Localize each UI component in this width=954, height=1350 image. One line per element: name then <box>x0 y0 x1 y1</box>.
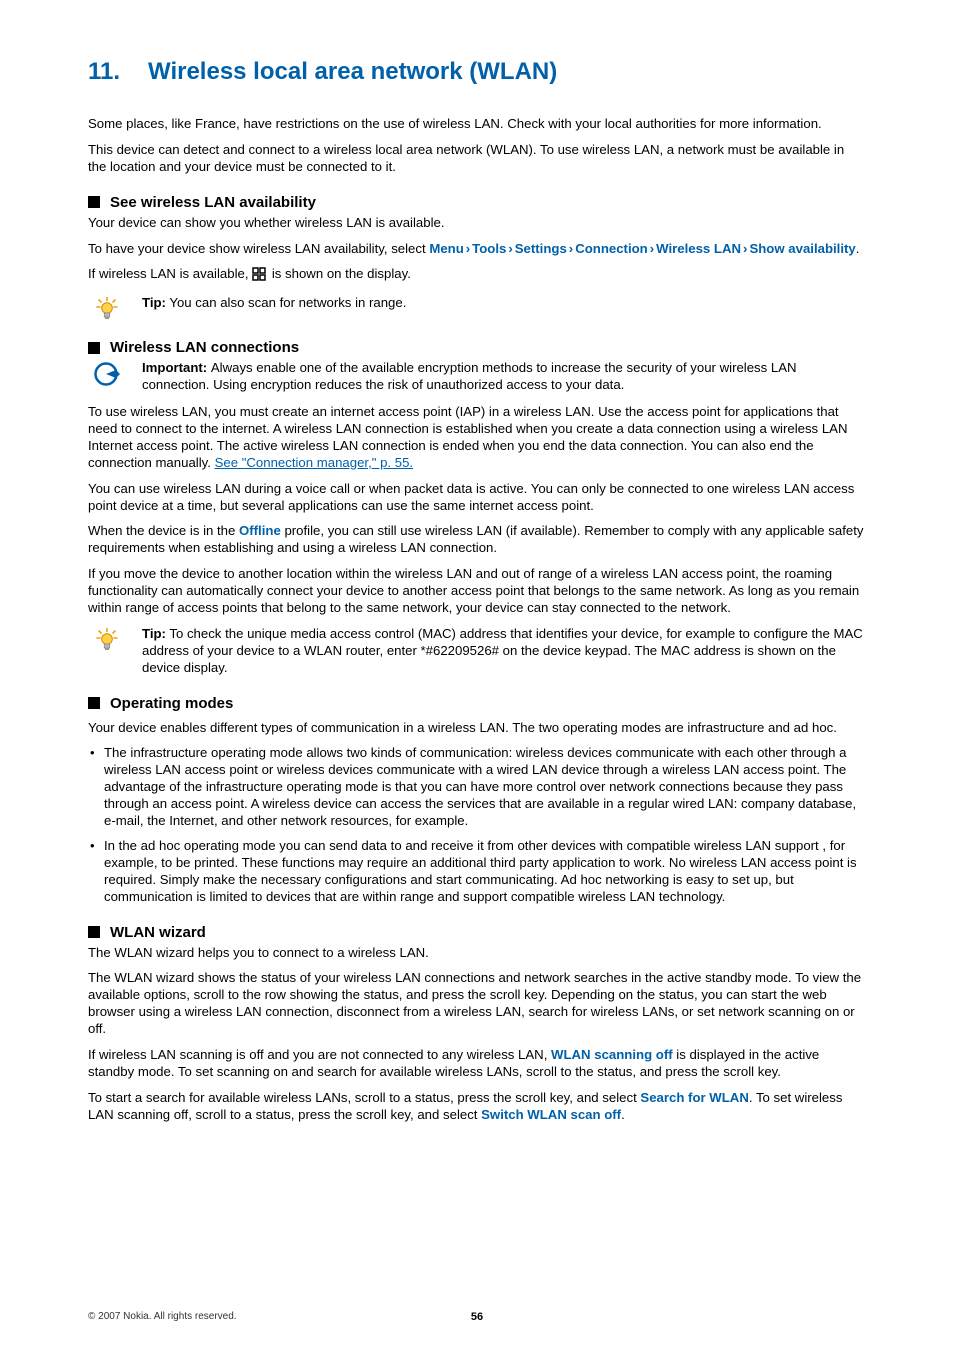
chevron-right-icon: › <box>506 241 514 258</box>
menu-path-connection: Connection <box>575 241 648 256</box>
s4-p4-after: . <box>621 1107 625 1122</box>
section-heading-text: WLAN wizard <box>110 924 206 941</box>
bullet-square-icon <box>88 196 100 208</box>
s4-p4-before: To start a search for available wireless… <box>88 1090 640 1105</box>
bullet-square-icon <box>88 926 100 938</box>
chevron-right-icon: › <box>464 241 472 258</box>
important-body: Always enable one of the available encry… <box>142 360 797 392</box>
tip-lead: Tip: <box>142 626 166 641</box>
s1-p3-after: is shown on the display. <box>268 266 411 281</box>
wlan-scanning-off-label: WLAN scanning off <box>551 1047 673 1062</box>
section-heading-text: Wireless LAN connections <box>110 339 299 356</box>
section-wlan-wizard: WLAN wizard The WLAN wizard helps you to… <box>88 924 866 1124</box>
section-heading: Wireless LAN connections <box>88 339 866 356</box>
tip-row: Tip: You can also scan for networks in r… <box>88 295 866 321</box>
s2-p2: You can use wireless LAN during a voice … <box>88 481 866 515</box>
s2-p1-text: To use wireless LAN, you must create an … <box>88 404 847 470</box>
list-item: In the ad hoc operating mode you can sen… <box>88 838 866 906</box>
s1-p2-after: . <box>856 241 860 256</box>
important-text: Important: Always enable one of the avai… <box>142 360 866 394</box>
bullet-square-icon <box>88 342 100 354</box>
important-lead: Important: <box>142 360 211 375</box>
chapter-number: 11. <box>88 58 148 86</box>
tip-icon <box>88 295 126 321</box>
menu-path-menu: Menu <box>429 241 463 256</box>
section-heading: WLAN wizard <box>88 924 866 941</box>
intro-p1: Some places, like France, have restricti… <box>88 116 866 133</box>
s2-p1: To use wireless LAN, you must create an … <box>88 404 866 472</box>
tip-icon <box>88 626 126 652</box>
chapter-title-text: Wireless local area network (WLAN) <box>148 58 557 85</box>
offline-profile-label: Offline <box>239 523 281 538</box>
list-item: The infrastructure operating mode allows… <box>88 745 866 829</box>
s1-p2: To have your device show wireless LAN av… <box>88 241 866 258</box>
important-row: Important: Always enable one of the avai… <box>88 360 866 394</box>
chevron-right-icon: › <box>567 241 575 258</box>
important-icon <box>88 360 126 386</box>
operating-modes-list: The infrastructure operating mode allows… <box>88 745 866 905</box>
intro-p2: This device can detect and connect to a … <box>88 142 866 176</box>
section-operating-modes: Operating modes Your device enables diff… <box>88 695 866 906</box>
s4-p3: If wireless LAN scanning is off and you … <box>88 1047 866 1081</box>
s1-p1: Your device can show you whether wireles… <box>88 215 866 232</box>
tip-body: You can also scan for networks in range. <box>166 295 406 310</box>
wlan-available-icon <box>252 267 268 286</box>
s1-p2-before: To have your device show wireless LAN av… <box>88 241 429 256</box>
s2-p3-before: When the device is in the <box>88 523 239 538</box>
s4-p1: The WLAN wizard helps you to connect to … <box>88 945 866 962</box>
section-heading: See wireless LAN availability <box>88 194 866 211</box>
menu-path-wireless-lan: Wireless LAN <box>656 241 741 256</box>
tip-body: To check the unique media access control… <box>142 626 863 675</box>
s4-p2: The WLAN wizard shows the status of your… <box>88 970 866 1038</box>
s2-p3: When the device is in the Offline profil… <box>88 523 866 557</box>
document-page: 11.Wireless local area network (WLAN) So… <box>0 0 954 1350</box>
tip-row: Tip: To check the unique media access co… <box>88 626 866 677</box>
section-wlan-connections: Wireless LAN connections Important: Alwa… <box>88 339 866 676</box>
footer-page-number: 56 <box>471 1311 483 1323</box>
search-for-wlan-label: Search for WLAN <box>640 1090 748 1105</box>
tip-text: Tip: You can also scan for networks in r… <box>142 295 866 312</box>
tip-text: Tip: To check the unique media access co… <box>142 626 866 677</box>
s2-p4: If you move the device to another locati… <box>88 566 866 617</box>
menu-path-settings: Settings <box>515 241 567 256</box>
section-heading-text: Operating modes <box>110 695 233 712</box>
section-heading: Operating modes <box>88 695 866 712</box>
page-footer: © 2007 Nokia. All rights reserved. 56 <box>88 1311 866 1322</box>
chapter-title: 11.Wireless local area network (WLAN) <box>88 58 866 86</box>
s1-p3-before: If wireless LAN is available, <box>88 266 252 281</box>
s4-p4: To start a search for available wireless… <box>88 1090 866 1124</box>
see-connection-manager-link[interactable]: See "Connection manager," p. 55. <box>215 455 414 470</box>
section-heading-text: See wireless LAN availability <box>110 194 316 211</box>
s3-p1: Your device enables different types of c… <box>88 720 866 737</box>
menu-path-show-availability: Show availability <box>749 241 855 256</box>
bullet-square-icon <box>88 697 100 709</box>
footer-copyright: © 2007 Nokia. All rights reserved. <box>88 1311 237 1322</box>
section-see-availability: See wireless LAN availability Your devic… <box>88 194 866 322</box>
tip-lead: Tip: <box>142 295 166 310</box>
switch-wlan-scan-off-label: Switch WLAN scan off <box>481 1107 621 1122</box>
chevron-right-icon: › <box>648 241 656 258</box>
menu-path-tools: Tools <box>472 241 506 256</box>
s4-p3-before: If wireless LAN scanning is off and you … <box>88 1047 551 1062</box>
s1-p3: If wireless LAN is available, is shown o… <box>88 266 866 286</box>
